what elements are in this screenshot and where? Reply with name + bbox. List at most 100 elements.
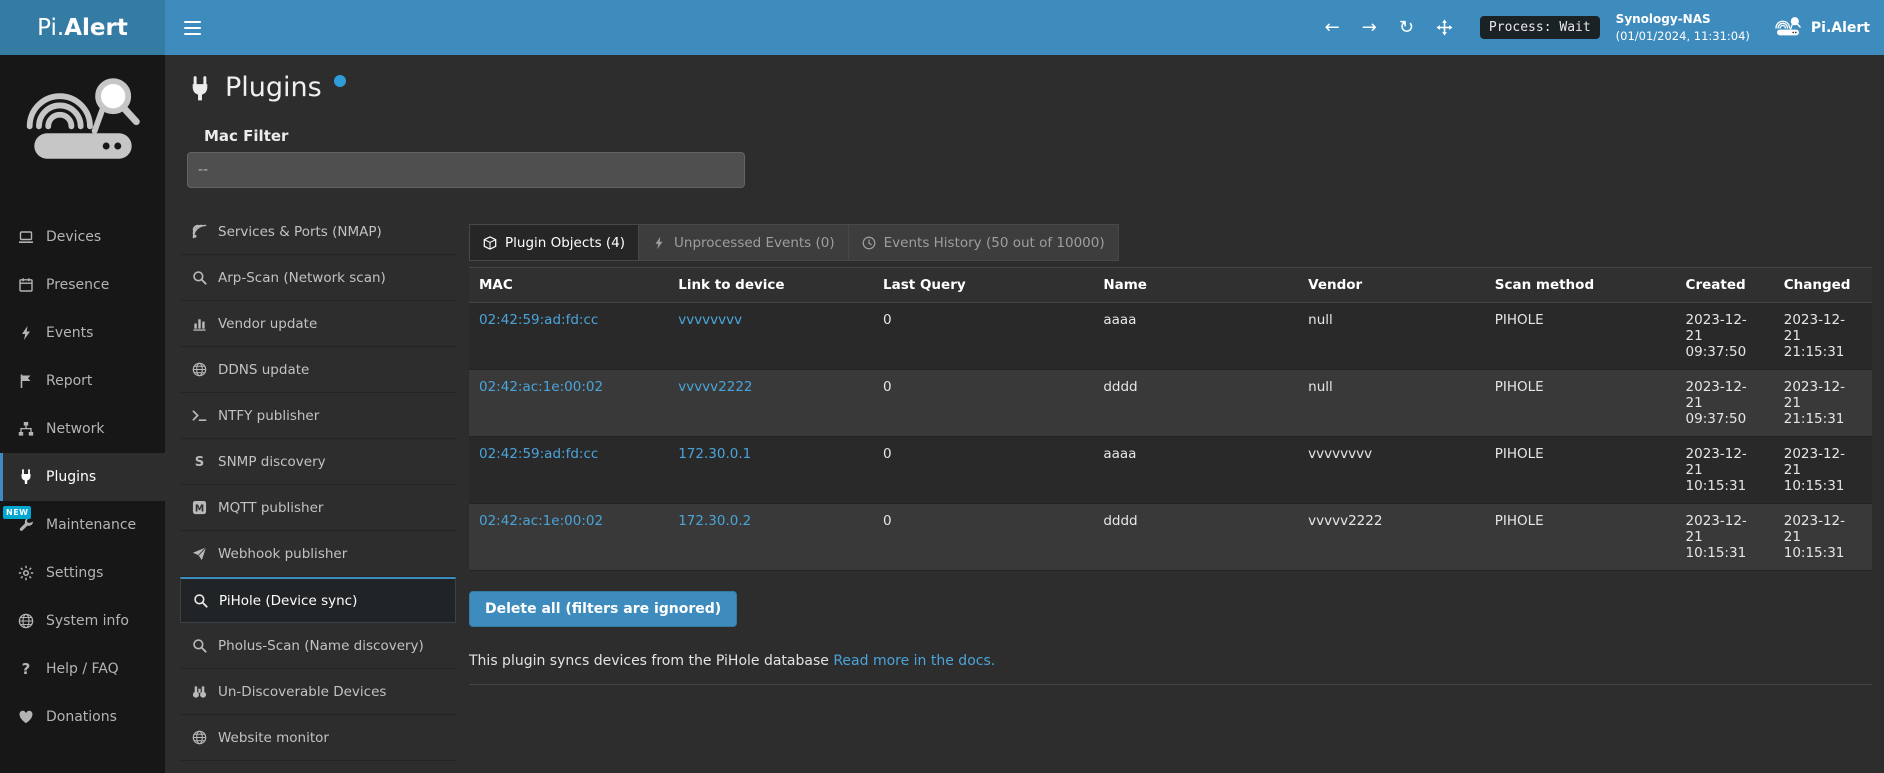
- title-info-badge[interactable]: [334, 75, 346, 87]
- move-button[interactable]: [1425, 0, 1464, 55]
- plugin-item-undiscoverable[interactable]: Un-Discoverable Devices: [180, 669, 456, 715]
- bolt-icon: [652, 236, 666, 250]
- scan-method-cell: PIHOLE: [1485, 303, 1676, 370]
- mac-link[interactable]: 02:42:59:ad:fd:cc: [479, 312, 598, 328]
- process-status-badge: Process: Wait: [1480, 16, 1600, 39]
- magnifier-icon: [193, 593, 208, 608]
- plugin-item-pihole[interactable]: PiHole (Device sync): [180, 577, 456, 623]
- device-link[interactable]: vvvvvvvv: [678, 312, 742, 328]
- device-link[interactable]: 172.30.0.2: [678, 513, 751, 529]
- col-changed[interactable]: Changed: [1774, 268, 1872, 303]
- plug-icon: [187, 72, 213, 106]
- sidebar-item-settings[interactable]: Settings: [0, 549, 165, 597]
- col-scan-method[interactable]: Scan method: [1485, 268, 1676, 303]
- plugin-item-nmap[interactable]: Services & Ports (NMAP): [180, 209, 456, 255]
- device-link[interactable]: vvvvv2222: [678, 379, 752, 395]
- host-name: Synology-NAS: [1616, 11, 1750, 28]
- sidebar-item-label: Help / FAQ: [46, 661, 119, 677]
- plugin-objects-table: MAC Link to device Last Query Name Vendo…: [469, 267, 1872, 571]
- sidebar-item-label: Events: [46, 325, 93, 341]
- plugin-item-vendor-update[interactable]: Vendor update: [180, 301, 456, 347]
- plugin-item-webhook[interactable]: Webhook publisher: [180, 531, 456, 577]
- plug-icon: [18, 469, 34, 485]
- forward-icon: →: [1362, 17, 1377, 38]
- col-name[interactable]: Name: [1093, 268, 1298, 303]
- created-cell: 2023-12-21 09:37:50: [1676, 303, 1774, 370]
- col-vendor[interactable]: Vendor: [1298, 268, 1485, 303]
- globe-icon: [18, 613, 34, 629]
- globe-icon: [192, 730, 207, 745]
- plugin-item-ntfy[interactable]: NTFY publisher: [180, 393, 456, 439]
- sidebar-item-donations[interactable]: Donations: [0, 693, 165, 741]
- radar-icon: [192, 224, 207, 239]
- sidebar-item-devices[interactable]: Devices: [0, 213, 165, 261]
- sidebar-item-presence[interactable]: Presence: [0, 261, 165, 309]
- sidebar-toggle-button[interactable]: [165, 0, 219, 55]
- tab-unprocessed-events[interactable]: Unprocessed Events (0): [639, 225, 849, 260]
- refresh-button[interactable]: ↻: [1388, 0, 1425, 55]
- question-icon: [18, 661, 34, 677]
- changed-cell: 2023-12-21 21:15:31: [1774, 370, 1872, 437]
- plugin-item-ddns-update[interactable]: DDNS update: [180, 347, 456, 393]
- mac-link[interactable]: 02:42:ac:1e:00:02: [479, 513, 603, 529]
- topbar-right: ← → ↻ Process: Wait Synology-NAS (01/01/…: [1314, 0, 1884, 55]
- name-cell: dddd: [1093, 504, 1298, 571]
- plugin-item-arpscan[interactable]: Arp-Scan (Network scan): [180, 255, 456, 301]
- paper-plane-icon: [192, 546, 207, 561]
- main-content: Plugins Mac Filter Services & Ports (NMA…: [165, 55, 1884, 773]
- sidebar-item-system-info[interactable]: System info: [0, 597, 165, 645]
- scan-method-cell: PIHOLE: [1485, 370, 1676, 437]
- plugin-item-label: Website monitor: [218, 730, 329, 746]
- bar-chart-icon: [192, 316, 207, 331]
- changed-cell: 2023-12-21 21:15:31: [1774, 303, 1872, 370]
- plugin-tabs: Plugin Objects (4) Unprocessed Events (0…: [469, 224, 1119, 261]
- plugin-item-snmp[interactable]: SNMP discovery: [180, 439, 456, 485]
- name-cell: aaaa: [1093, 303, 1298, 370]
- tab-plugin-objects[interactable]: Plugin Objects (4): [470, 225, 639, 260]
- col-created[interactable]: Created: [1676, 268, 1774, 303]
- plugin-item-website-monitor[interactable]: Website monitor: [180, 715, 456, 761]
- sidebar-item-label: Settings: [46, 565, 103, 581]
- sidebar-item-maintenance[interactable]: NEWMaintenance: [0, 501, 165, 549]
- brand-name: Alert: [64, 15, 128, 41]
- plugins-content: Services & Ports (NMAP) Arp-Scan (Networ…: [180, 209, 1884, 761]
- device-link[interactable]: 172.30.0.1: [678, 446, 751, 462]
- forward-button[interactable]: →: [1351, 0, 1388, 55]
- app-brand[interactable]: Pi.Alert: [0, 0, 165, 55]
- last-query-cell: 0: [873, 370, 1093, 437]
- delete-all-button[interactable]: Delete all (filters are ignored): [469, 591, 737, 627]
- plugin-item-label: Webhook publisher: [218, 546, 347, 562]
- sitemap-icon: [18, 421, 34, 437]
- sidebar-logo: [0, 55, 165, 213]
- sidebar-item-report[interactable]: Report: [0, 357, 165, 405]
- plugin-item-pholus[interactable]: Pholus-Scan (Name discovery): [180, 623, 456, 669]
- tab-events-history[interactable]: Events History (50 out of 10000): [849, 225, 1118, 260]
- laptop-icon: [18, 229, 34, 245]
- plugin-item-label: Pholus-Scan (Name discovery): [218, 638, 424, 654]
- docs-link[interactable]: Read more in the docs.: [833, 653, 995, 669]
- created-cell: 2023-12-21 10:15:31: [1676, 504, 1774, 571]
- sidebar-item-network[interactable]: Network: [0, 405, 165, 453]
- mac-link[interactable]: 02:42:ac:1e:00:02: [479, 379, 603, 395]
- col-last-query[interactable]: Last Query: [873, 268, 1093, 303]
- user-name: Pi.Alert: [1811, 20, 1870, 36]
- panel-divider: [469, 684, 1872, 685]
- mac-filter-input[interactable]: [187, 152, 745, 188]
- sidebar-item-events[interactable]: Events: [0, 309, 165, 357]
- col-mac[interactable]: MAC: [469, 268, 668, 303]
- mac-link[interactable]: 02:42:59:ad:fd:cc: [479, 446, 598, 462]
- plugin-item-label: DDNS update: [218, 362, 309, 378]
- tab-label: Events History (50 out of 10000): [884, 235, 1105, 251]
- mqtt-icon: [192, 500, 207, 515]
- user-menu[interactable]: Pi.Alert: [1774, 16, 1870, 39]
- back-button[interactable]: ←: [1314, 0, 1351, 55]
- vendor-cell: null: [1298, 303, 1485, 370]
- sidebar-item-help-faq[interactable]: Help / FAQ: [0, 645, 165, 693]
- sidebar-item-label: Plugins: [46, 469, 96, 485]
- col-link-to-device[interactable]: Link to device: [668, 268, 873, 303]
- table-row: 02:42:ac:1e:00:02 vvvvv2222 0 dddd null …: [469, 370, 1872, 437]
- sidebar-item-plugins[interactable]: Plugins: [0, 453, 165, 501]
- calendar-icon: [18, 277, 34, 293]
- plugin-item-mqtt[interactable]: MQTT publisher: [180, 485, 456, 531]
- table-row: 02:42:59:ad:fd:cc 172.30.0.1 0 aaaa vvvv…: [469, 437, 1872, 504]
